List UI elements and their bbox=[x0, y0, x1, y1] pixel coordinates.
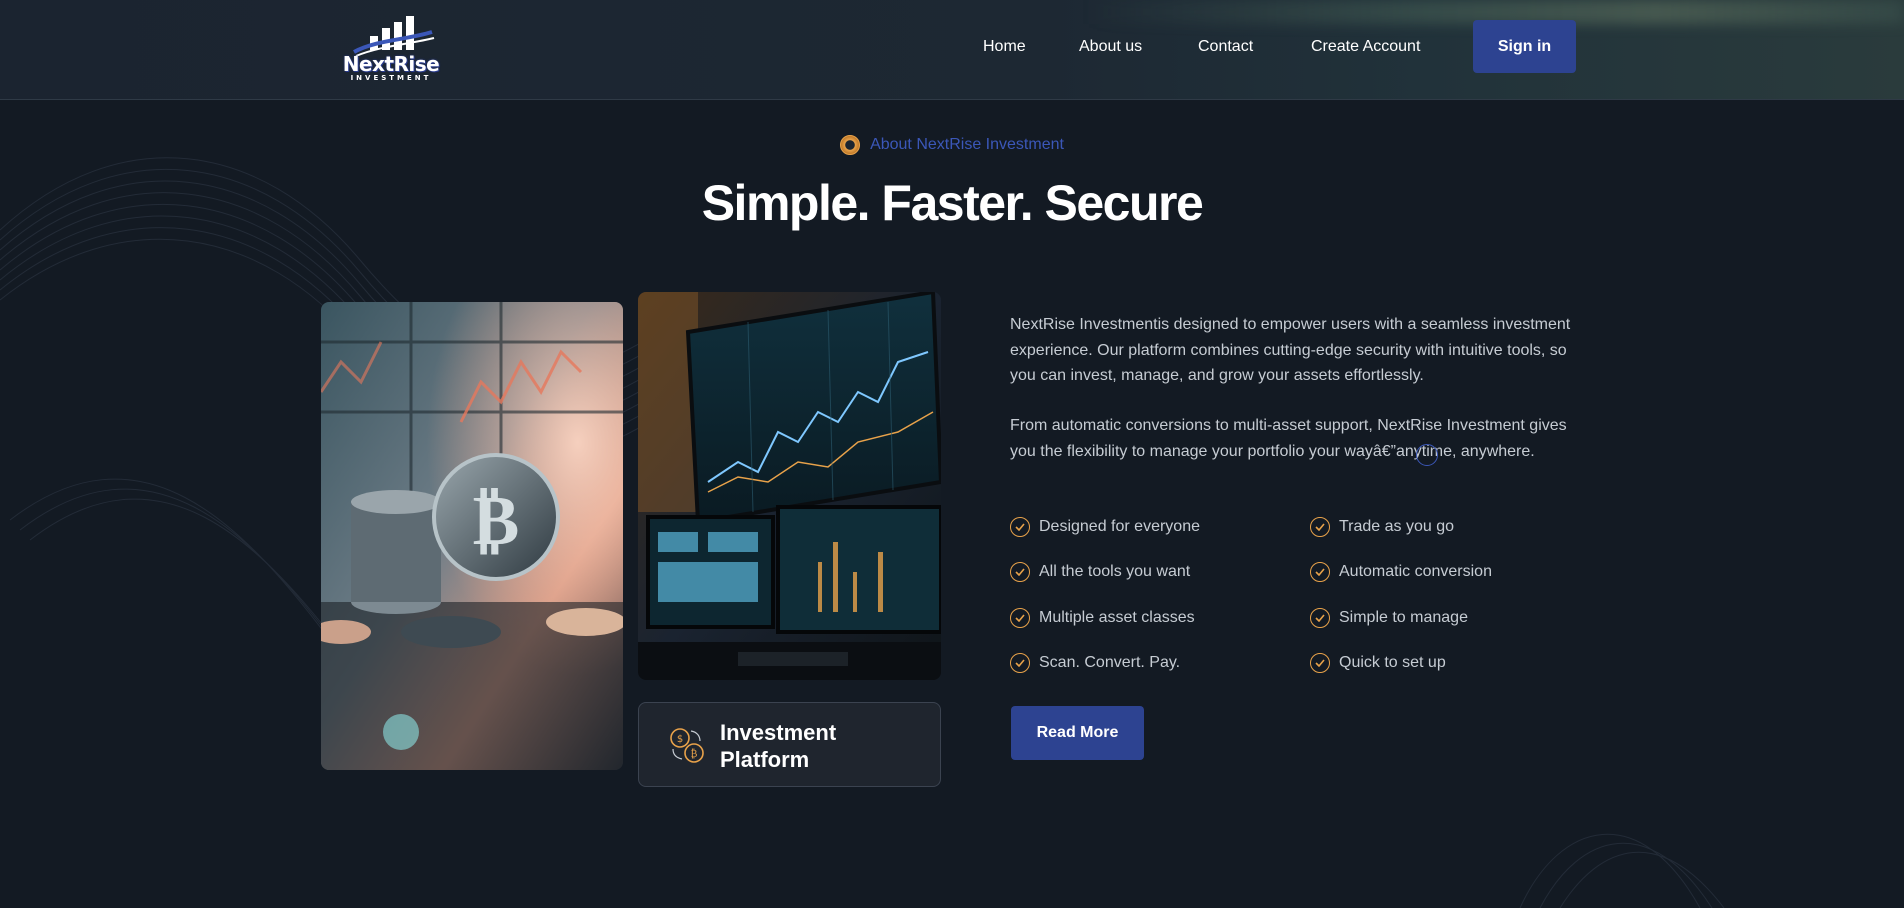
feature-label: Multiple asset classes bbox=[1039, 609, 1195, 626]
feature-label: Designed for everyone bbox=[1039, 518, 1200, 535]
nav-about-link[interactable]: About us bbox=[1079, 38, 1142, 56]
check-circle-icon bbox=[1010, 517, 1030, 537]
section-eyebrow: About NextRise Investment bbox=[0, 134, 1904, 156]
feature-label: Automatic conversion bbox=[1339, 563, 1492, 580]
trading-monitors-image bbox=[638, 292, 941, 680]
svg-text:$: $ bbox=[677, 734, 683, 745]
mouse-cursor-ring bbox=[1416, 444, 1438, 466]
coin-badge-icon bbox=[840, 135, 861, 155]
nav-home-link[interactable]: Home bbox=[983, 38, 1026, 56]
platform-card-title: Investment Platform bbox=[720, 720, 837, 772]
feature-item: All the tools you want bbox=[1010, 561, 1190, 583]
brand-tagline: INVESTMENT bbox=[350, 74, 432, 82]
sign-in-button[interactable]: Sign in bbox=[1473, 20, 1576, 73]
check-circle-icon bbox=[1310, 517, 1330, 537]
nav-contact-link[interactable]: Contact bbox=[1198, 38, 1253, 56]
check-circle-icon bbox=[1010, 653, 1030, 673]
nav-create-account-link[interactable]: Create Account bbox=[1311, 38, 1420, 56]
main-nav: Home About us Contact Create Account bbox=[0, 38, 1904, 62]
eyebrow-text: About NextRise Investment bbox=[870, 136, 1064, 153]
feature-label: All the tools you want bbox=[1039, 563, 1191, 580]
feature-label: Scan. Convert. Pay. bbox=[1039, 654, 1181, 671]
feature-label: Quick to set up bbox=[1339, 654, 1446, 671]
coin-exchange-icon: $ ₿ bbox=[670, 728, 704, 763]
feature-item: Automatic conversion bbox=[1310, 561, 1492, 583]
about-paragraph-2: From automatic conversions to multi-asse… bbox=[1010, 417, 1567, 460]
feature-item: Simple to manage bbox=[1310, 607, 1468, 629]
investment-platform-card: $ ₿ Investment Platform bbox=[638, 702, 941, 787]
feature-label: Simple to manage bbox=[1339, 609, 1468, 626]
read-more-button[interactable]: Read More bbox=[1011, 706, 1144, 760]
check-circle-icon bbox=[1010, 608, 1030, 628]
feature-item: Trade as you go bbox=[1310, 516, 1454, 538]
svg-text:₿: ₿ bbox=[691, 748, 698, 760]
feature-item: Designed for everyone bbox=[1010, 516, 1200, 538]
check-circle-icon bbox=[1310, 562, 1330, 582]
bitcoin-coins-image: ₿ bbox=[321, 302, 623, 770]
check-circle-icon bbox=[1010, 562, 1030, 582]
site-header: NextRise INVESTMENT Home About us Contac… bbox=[0, 0, 1904, 100]
about-paragraph-1: NextRise Investmentis designed to empowe… bbox=[1010, 316, 1571, 384]
feature-item: Quick to set up bbox=[1310, 652, 1446, 674]
section-title: Simple. Faster. Secure bbox=[701, 175, 1204, 231]
svg-text:₿: ₿ bbox=[473, 479, 520, 561]
feature-item: Scan. Convert. Pay. bbox=[1010, 652, 1180, 674]
feature-item: Multiple asset classes bbox=[1010, 607, 1195, 629]
check-circle-icon bbox=[1310, 608, 1330, 628]
feature-label: Trade as you go bbox=[1339, 518, 1455, 535]
check-circle-icon bbox=[1310, 653, 1330, 673]
